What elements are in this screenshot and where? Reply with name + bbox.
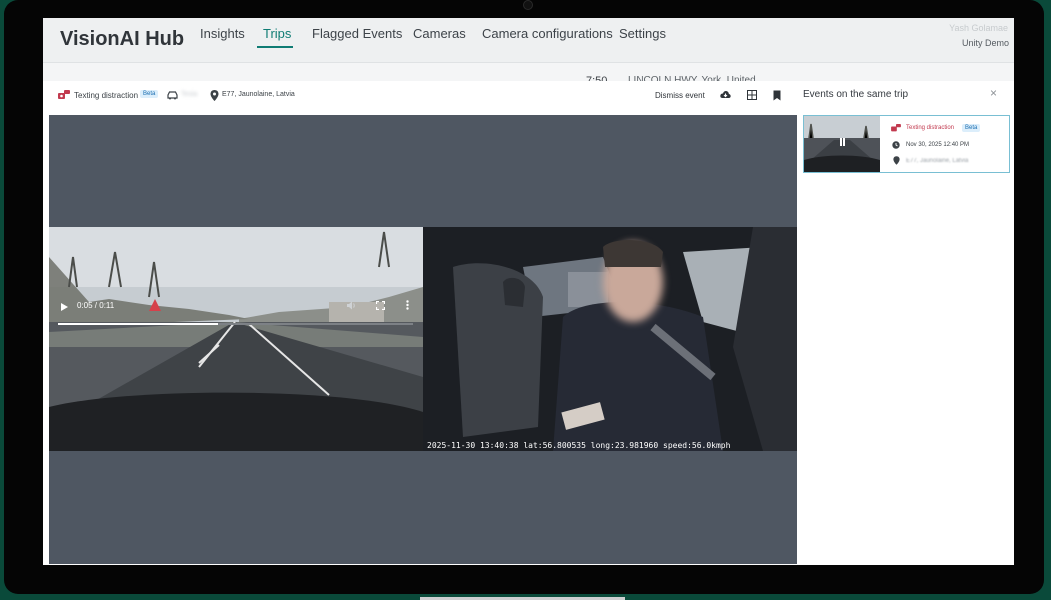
- video-player[interactable]: 2025-11-30 13:40:38 lat:56.800535 long:2…: [49, 115, 797, 564]
- nav-camera-configurations[interactable]: Camera configurations: [482, 26, 613, 42]
- playback-progress: [58, 323, 218, 325]
- card-event-type: Texting distraction: [906, 125, 955, 131]
- fullscreen-icon[interactable]: [376, 301, 385, 310]
- pause-icon[interactable]: [840, 138, 842, 146]
- nav-settings[interactable]: Settings: [619, 26, 666, 42]
- brand-logo: VisionAI Hub: [60, 28, 185, 50]
- user-org[interactable]: Unity Demo: [962, 38, 1009, 48]
- road-camera-view[interactable]: [49, 227, 423, 451]
- top-navigation: VisionAI Hub Insights Trips Flagged Even…: [43, 18, 1014, 63]
- bookmark-icon[interactable]: [773, 90, 781, 101]
- background-trip-row: [43, 63, 1014, 81]
- card-beta-badge: Beta: [962, 124, 981, 132]
- texting-distraction-icon: [58, 90, 70, 99]
- more-vertical-icon[interactable]: [406, 300, 409, 310]
- close-icon[interactable]: ×: [990, 86, 997, 100]
- location-pin-icon: [210, 90, 219, 101]
- event-modal: Texting distraction Beta Tesla E77, Jaun…: [43, 81, 1014, 565]
- beta-badge: Beta: [140, 90, 159, 98]
- download-icon[interactable]: [720, 90, 731, 100]
- trip-events-panel: Events on the same trip × Texting distra…: [797, 81, 1014, 565]
- play-icon[interactable]: [61, 303, 68, 311]
- panel-title: Events on the same trip: [803, 89, 909, 100]
- vehicle-name: Tesla: [181, 91, 198, 98]
- playback-scrubber[interactable]: [58, 323, 413, 325]
- clock-icon: [892, 141, 900, 149]
- webcam: [523, 0, 533, 10]
- nav-flagged-events[interactable]: Flagged Events: [312, 26, 402, 42]
- nav-insights[interactable]: Insights: [200, 26, 245, 42]
- user-name[interactable]: Yash Golamae: [949, 23, 1008, 33]
- event-thumbnail[interactable]: [804, 116, 880, 172]
- event-location: E77, Jaunolaine, Latvia: [222, 91, 295, 98]
- dismiss-event-button[interactable]: Dismiss event: [655, 91, 705, 100]
- volume-icon[interactable]: [347, 301, 357, 310]
- playback-time: 0:05 / 0:11: [77, 301, 115, 310]
- location-pin-icon: [893, 156, 900, 165]
- event-type-label: Texting distraction: [74, 91, 139, 100]
- trip-event-card[interactable]: Texting distraction Beta Nov 30, 2025 12…: [803, 115, 1010, 173]
- active-tab-indicator: [257, 46, 293, 48]
- telemetry-overlay: 2025-11-30 13:40:38 lat:56.800535 long:2…: [427, 441, 731, 450]
- card-location: E77, Jaunolaine, Latvia: [906, 158, 969, 164]
- car-icon: [167, 91, 178, 100]
- nav-cameras[interactable]: Cameras: [413, 26, 466, 42]
- nav-trips[interactable]: Trips: [263, 26, 291, 42]
- texting-distraction-icon: [891, 124, 901, 132]
- grid-layout-icon[interactable]: [747, 90, 757, 100]
- driver-camera-view[interactable]: 2025-11-30 13:40:38 lat:56.800535 long:2…: [423, 227, 797, 451]
- app-window: VisionAI Hub Insights Trips Flagged Even…: [43, 18, 1014, 565]
- card-datetime: Nov 30, 2025 12:40 PM: [906, 142, 970, 148]
- event-header: Texting distraction Beta Tesla E77, Jaun…: [43, 81, 797, 114]
